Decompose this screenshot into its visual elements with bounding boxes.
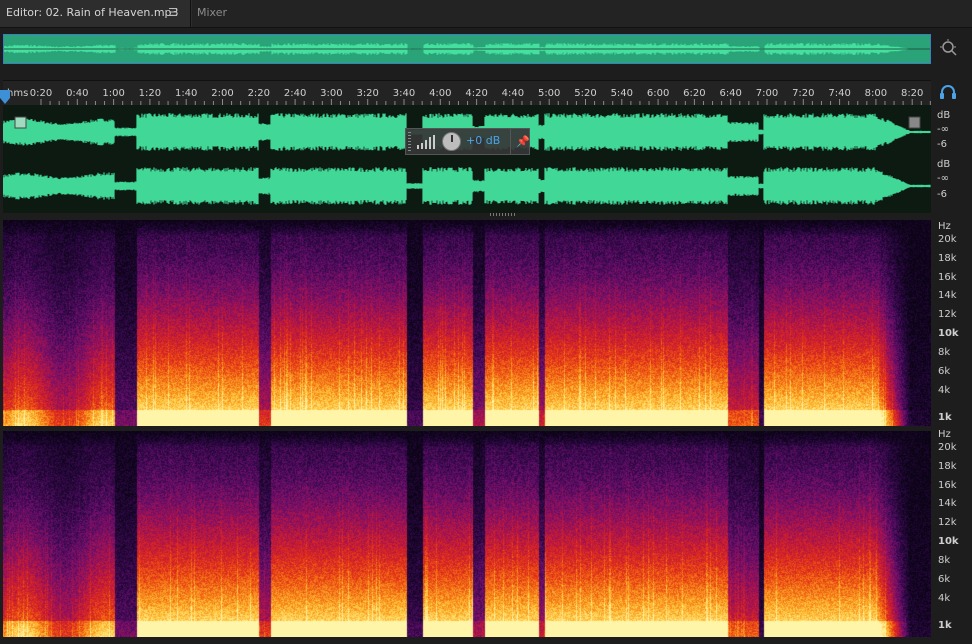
fade-out-handle[interactable]: [908, 116, 921, 129]
fade-in-handle[interactable]: [14, 116, 27, 129]
playhead-marker[interactable]: [0, 90, 10, 104]
waveform-display[interactable]: [3, 105, 931, 213]
view-divider-handle[interactable]: [490, 213, 516, 216]
ruler-time-label: 6:00: [647, 88, 669, 99]
hz-tick-label: 20k: [938, 442, 957, 453]
ruler-time-label: 4:20: [465, 88, 487, 99]
db-tick-label: -∞: [937, 173, 949, 184]
time-ruler[interactable]: hms 0:20 0:40 1:00 1:20 1:40 2:00 2:20 2:40 3:00 3…: [3, 80, 931, 105]
ruler-time-label: 1:20: [139, 88, 161, 99]
ruler-time-label: 3:20: [356, 88, 378, 99]
hz-tick-label: 14k: [938, 290, 957, 301]
hz-tick-label: 4k: [938, 385, 951, 396]
spectrogram-top-channel[interactable]: [3, 220, 931, 426]
db-tick-label: -∞: [937, 124, 949, 135]
ruler-time-label: 8:20: [901, 88, 923, 99]
ruler-time-label: 6:20: [683, 88, 705, 99]
tab-mixer[interactable]: Mixer: [190, 0, 265, 27]
hz-tick-label: 18k: [938, 461, 957, 472]
ruler-time-label: 7:40: [828, 88, 850, 99]
ruler-time-label: 2:40: [284, 88, 306, 99]
hz-tick-label: 6k: [938, 366, 951, 377]
ruler-time-label: 2:20: [248, 88, 270, 99]
panel-menu-icon[interactable]: ☰: [166, 0, 180, 26]
overview-waveform: [4, 43, 930, 55]
ruler-time-label: 4:40: [502, 88, 524, 99]
ruler-time-label: 4:00: [429, 88, 451, 99]
headphones-icon[interactable]: [939, 84, 957, 100]
gain-value[interactable]: +0 dB: [466, 134, 500, 147]
hz-tick-label: 1k: [938, 412, 952, 423]
hz-unit-label: Hz: [938, 429, 951, 440]
hz-tick-label: 16k: [938, 480, 957, 491]
ruler-time-label: 5:40: [611, 88, 633, 99]
ruler-time-label: 0:20: [30, 88, 52, 99]
db-unit-label: dB: [937, 159, 951, 170]
ruler-time-label: 5:20: [574, 88, 596, 99]
pin-icon[interactable]: 📌: [516, 135, 530, 148]
hz-tick-label: 1k: [938, 620, 952, 631]
tab-bar: Editor: 02. Rain of Heaven.mp3 ☰ Mixer: [0, 0, 972, 28]
ruler-time-label: 7:00: [756, 88, 778, 99]
db-tick-label: -6: [937, 189, 947, 200]
level-bars-icon: [417, 135, 435, 149]
db-unit-label: dB: [937, 110, 951, 121]
hud-drag-handle[interactable]: [408, 132, 411, 151]
ruler-time-label: 1:40: [175, 88, 197, 99]
ruler-time-label: 3:40: [393, 88, 415, 99]
hz-tick-label: 8k: [938, 555, 951, 566]
db-scale-top: dB -∞ -6: [931, 105, 972, 159]
waveform-channel: [3, 167, 931, 205]
zoom-to-selection-icon[interactable]: [939, 38, 959, 58]
hud-volume-control[interactable]: +0 dB 📌: [405, 128, 530, 155]
tab-mixer-label: Mixer: [197, 6, 228, 19]
db-tick-label: -6: [937, 139, 947, 150]
ruler-time-label: 7:20: [792, 88, 814, 99]
ruler-time-label: 5:00: [538, 88, 560, 99]
hz-tick-label: 6k: [938, 574, 951, 585]
ruler-time-label: 2:00: [211, 88, 233, 99]
hz-tick-label: 10k: [938, 328, 959, 339]
hz-scale-bottom: Hz 20k 18k 16k 14k 12k 10k 8k 6k 4k 1k: [931, 428, 972, 638]
hz-tick-label: 14k: [938, 498, 957, 509]
hz-tick-label: 12k: [938, 517, 957, 528]
hz-unit-label: Hz: [938, 221, 951, 232]
hz-tick-label: 18k: [938, 253, 957, 264]
ruler-time-label: 3:00: [320, 88, 342, 99]
tab-editor[interactable]: Editor: 02. Rain of Heaven.mp3 ☰: [0, 0, 192, 27]
ruler-time-label: 8:00: [865, 88, 887, 99]
ruler-time-label: 1:00: [102, 88, 124, 99]
ruler-time-label: 6:40: [719, 88, 741, 99]
hz-scale-top: Hz 20k 18k 16k 14k 12k 10k 8k 6k 4k 1k: [931, 220, 972, 426]
tab-editor-label: Editor: 02. Rain of Heaven.mp3: [6, 6, 179, 19]
hz-tick-label: 8k: [938, 347, 951, 358]
gain-knob[interactable]: [442, 132, 461, 151]
db-scale-bottom: dB -∞ -6: [931, 159, 972, 213]
hz-tick-label: 4k: [938, 593, 951, 604]
hz-tick-label: 20k: [938, 234, 957, 245]
ruler-unit-label: hms: [7, 88, 28, 99]
hz-tick-label: 16k: [938, 272, 957, 283]
hud-divider: [510, 129, 511, 154]
hz-tick-label: 10k: [938, 536, 959, 547]
hz-tick-label: 12k: [938, 309, 957, 320]
overview-navigator[interactable]: [3, 34, 931, 64]
spectrogram-bottom-channel[interactable]: [3, 431, 931, 637]
ruler-time-label: 0:40: [66, 88, 88, 99]
